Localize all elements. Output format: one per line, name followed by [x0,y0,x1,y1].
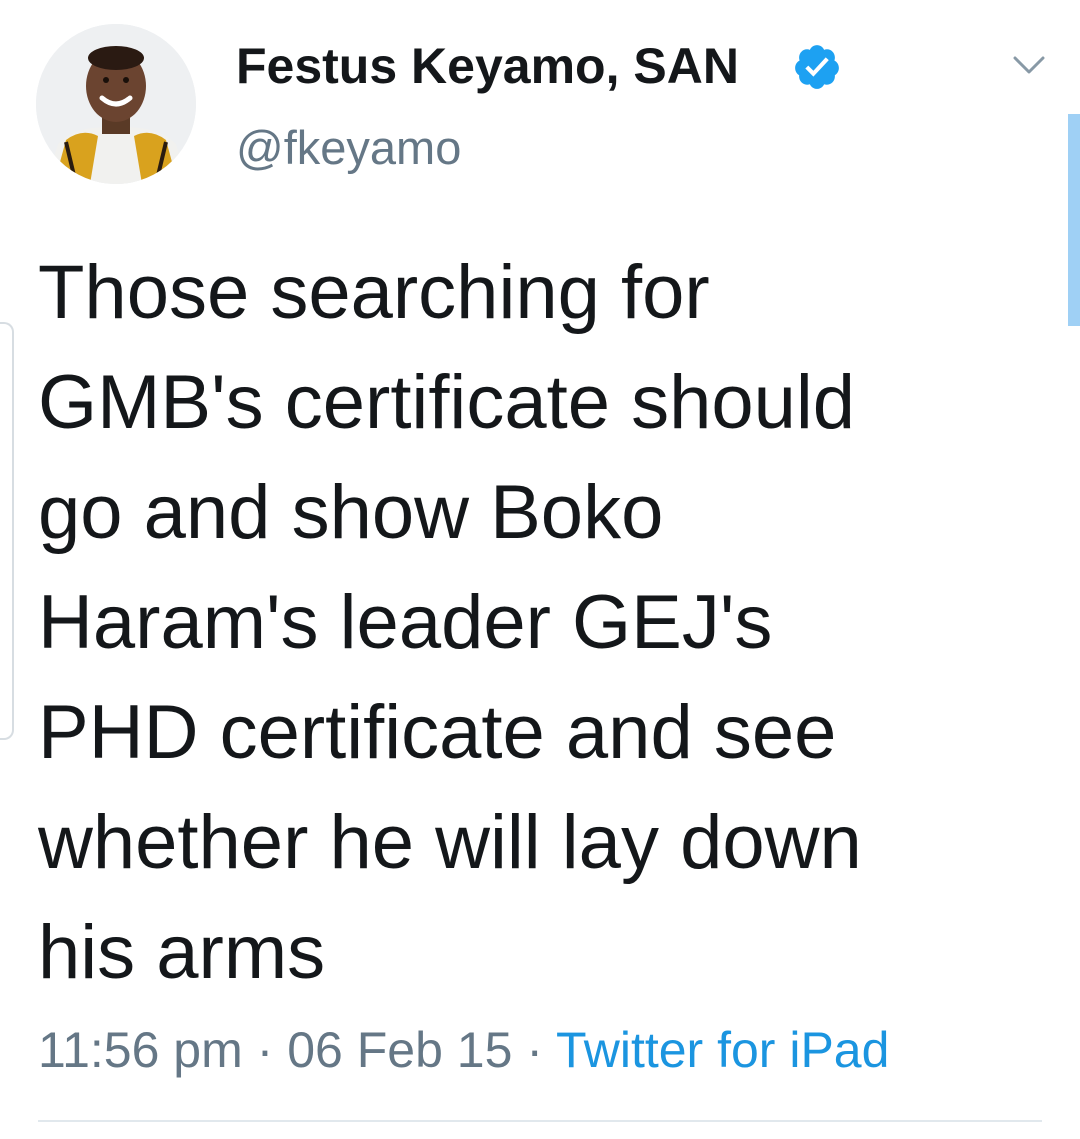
divider [38,1120,1042,1122]
tweet-date[interactable]: 06 Feb 15 [287,1022,512,1078]
tweet-text-line: his arms [38,910,326,995]
author-handle[interactable]: @fkeyamo [236,120,461,176]
meta-separator: · [526,1022,543,1078]
chevron-down-icon[interactable] [1010,50,1048,80]
tweet-text-line: GMB's certificate should [38,360,856,445]
tweet-text-line: Haram's leader GEJ's [38,580,773,665]
avatar-image [36,24,196,184]
tweet-text-line: PHD certificate and see [38,690,837,775]
tweet-screen: { "author": { "display_name": "Festus Ke… [0,0,1080,1139]
scrollbar[interactable] [1068,114,1080,326]
tweet-meta: 11:56 pm · 06 Feb 15 · Twitter for iPad [38,1020,889,1080]
tweet-text: Those searching for GMB's certificate sh… [38,238,1038,1008]
tweet-text-line: whether he will lay down [38,800,862,885]
tweet-source-link[interactable]: Twitter for iPad [556,1022,889,1078]
tweet-time[interactable]: 11:56 pm [38,1022,243,1078]
side-panel-edge [0,322,14,740]
tweet-text-line: go and show Boko [38,470,664,555]
tweet-text-line: Those searching for [38,250,710,335]
meta-separator: · [256,1022,274,1078]
author-display-name[interactable]: Festus Keyamo, SAN [236,36,739,96]
avatar[interactable] [36,24,196,184]
verified-badge-icon [792,42,842,92]
